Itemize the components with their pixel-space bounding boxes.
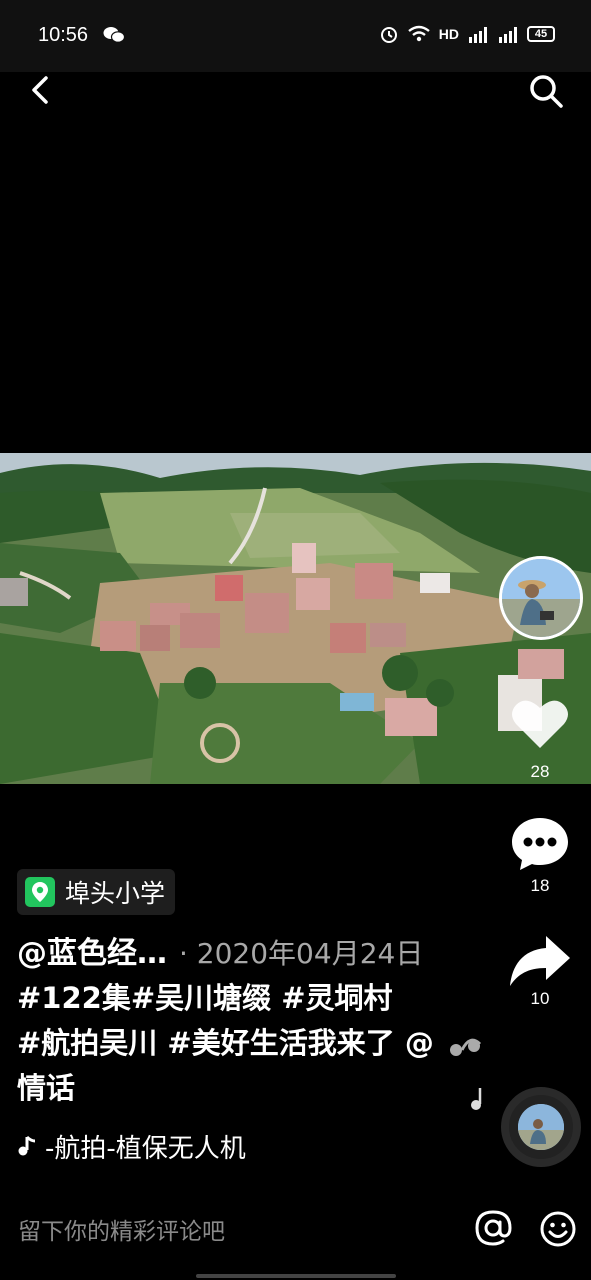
- floating-note-icon: [450, 1038, 482, 1056]
- back-button[interactable]: [24, 70, 60, 110]
- video-player[interactable]: [0, 453, 591, 784]
- emoji-icon[interactable]: [540, 1211, 576, 1247]
- share-button[interactable]: [508, 932, 572, 988]
- status-time: 10:56: [38, 24, 89, 46]
- hashtag-link[interactable]: #美好生活我来了: [167, 1026, 404, 1060]
- music-title: ‑航拍-植保无人机: [45, 1133, 246, 1164]
- battery-icon: 45: [527, 26, 555, 42]
- author-line: @蓝色经… · 2020年04月24日: [17, 928, 423, 972]
- comment-input[interactable]: [18, 1214, 438, 1250]
- floating-note-icon: [471, 1088, 482, 1110]
- wifi-icon: [408, 25, 430, 42]
- comment-bar: [0, 1196, 591, 1266]
- at-mention-icon[interactable]: [473, 1208, 513, 1248]
- post-date: · 2020年04月24日: [179, 937, 424, 970]
- signal-4g-icon: [499, 27, 517, 43]
- signal-4g-icon: [469, 27, 487, 43]
- top-nav: [0, 60, 591, 120]
- home-indicator: [196, 1274, 396, 1278]
- share-count: 10: [530, 989, 550, 1008]
- location-tag[interactable]: 埠头小学: [17, 869, 176, 915]
- hashtag-link[interactable]: #灵垌村: [281, 981, 392, 1015]
- alarm-icon: [380, 27, 397, 43]
- video-frame-image: [0, 453, 591, 784]
- music-disc[interactable]: [501, 1087, 581, 1167]
- comment-count: 18: [530, 876, 550, 895]
- music-info[interactable]: ‑航拍-植保无人机: [17, 1128, 317, 1164]
- comment-button[interactable]: [510, 814, 570, 874]
- avatar-image: [502, 559, 580, 637]
- like-count: 28: [530, 762, 550, 781]
- like-button[interactable]: [510, 696, 570, 752]
- music-note-icon: [18, 1135, 36, 1156]
- hashtag-link[interactable]: #航拍吴川: [17, 1026, 167, 1060]
- music-disc-cover: [518, 1104, 564, 1150]
- hashtag-link[interactable]: #122集#吴川塘缀: [17, 981, 281, 1015]
- location-pin-icon: [25, 877, 55, 907]
- network-label: HD: [438, 26, 459, 42]
- search-icon[interactable]: [525, 70, 567, 112]
- post-caption: #122集#吴川塘缀 #灵垌村 #航拍吴川 #美好生活我来了 @情话: [17, 976, 437, 1111]
- author-avatar[interactable]: [499, 556, 583, 640]
- location-label: 埠头小学: [65, 879, 166, 908]
- status-icons: HD 45: [379, 24, 555, 44]
- wechat-icon: [103, 27, 125, 43]
- author-name[interactable]: @蓝色经…: [17, 928, 167, 972]
